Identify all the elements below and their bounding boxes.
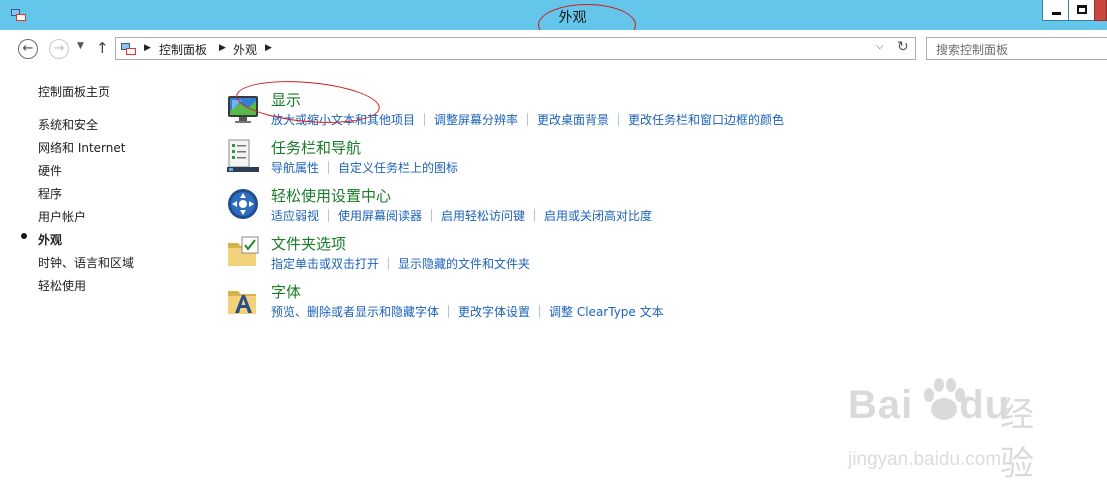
category-folder-options: 文件夹选项 指定单击或双击打开 显示隐藏的文件和文件夹 xyxy=(226,233,926,279)
breadcrumb-separator-icon[interactable]: ▶ xyxy=(219,40,226,57)
category-title[interactable]: 文件夹选项 xyxy=(271,233,346,254)
link-high-contrast[interactable]: 启用或关闭高对比度 xyxy=(544,209,652,223)
link-divider xyxy=(424,113,426,126)
sidebar-item-hardware[interactable]: 硬件 xyxy=(38,162,62,179)
active-item-bullet-icon xyxy=(21,233,27,239)
ease-of-access-icon[interactable] xyxy=(226,187,260,221)
link-navigation-properties[interactable]: 导航属性 xyxy=(271,161,319,175)
paw-logo-icon xyxy=(924,378,965,420)
address-dropdown-icon[interactable]: ⌵ xyxy=(876,41,884,52)
link-single-double-click[interactable]: 指定单击或双击打开 xyxy=(271,257,379,271)
sidebar-home-link[interactable]: 控制面板主页 xyxy=(38,83,110,100)
breadcrumb-separator-icon[interactable]: ▶ xyxy=(144,40,151,57)
link-access-keys[interactable]: 启用轻松访问键 xyxy=(441,209,525,223)
link-divider xyxy=(527,113,529,126)
link-divider xyxy=(448,305,450,318)
sidebar-item-clock-language[interactable]: 时钟、语言和区域 xyxy=(38,254,134,271)
chevron-down-icon[interactable]: ▼ xyxy=(77,41,84,51)
link-divider xyxy=(328,161,330,174)
category-links: 指定单击或双击打开 显示隐藏的文件和文件夹 xyxy=(271,255,530,271)
link-change-colors[interactable]: 更改任务栏和窗口边框的颜色 xyxy=(628,113,784,127)
link-customize-taskbar-icons[interactable]: 自定义任务栏上的图标 xyxy=(338,161,458,175)
category-links: 导航属性 自定义任务栏上的图标 xyxy=(271,159,458,175)
category-fonts: 字体 预览、删除或者显示和隐藏字体 更改字体设置 调整 ClearType 文本 xyxy=(226,281,926,327)
link-adjust-resolution[interactable]: 调整屏幕分辨率 xyxy=(434,113,518,127)
category-title[interactable]: 轻松使用设置中心 xyxy=(271,185,391,206)
close-button[interactable] xyxy=(1094,0,1107,21)
link-divider xyxy=(618,113,620,126)
link-change-background[interactable]: 更改桌面背景 xyxy=(537,113,609,127)
baidu-watermark: Bai du 经验 jingyan.baidu.com xyxy=(848,375,1058,485)
search-input[interactable]: 搜索控制面板 xyxy=(926,37,1107,60)
sidebar-item-network[interactable]: 网络和 Internet xyxy=(38,139,125,156)
category-title[interactable]: 字体 xyxy=(271,281,301,302)
refresh-icon[interactable]: ↻ xyxy=(897,39,909,55)
breadcrumb-control-panel[interactable]: 控制面板 xyxy=(159,41,207,58)
address-bar[interactable]: ▶ 控制面板 ▶ 外观 ▶ ⌵ ↻ xyxy=(115,37,916,60)
watermark-url: jingyan.baidu.com xyxy=(848,449,1002,470)
link-divider xyxy=(431,209,433,222)
breadcrumb-separator-icon[interactable]: ▶ xyxy=(265,40,272,57)
link-screen-reader[interactable]: 使用屏幕阅读器 xyxy=(338,209,422,223)
fonts-icon[interactable] xyxy=(226,283,260,317)
sidebar-item-programs[interactable]: 程序 xyxy=(38,185,62,202)
sidebar-item-ease-of-access[interactable]: 轻松使用 xyxy=(38,277,86,294)
link-cleartype[interactable]: 调整 ClearType 文本 xyxy=(549,305,664,319)
minimize-button[interactable] xyxy=(1042,0,1069,21)
category-title[interactable]: 任务栏和导航 xyxy=(271,137,361,158)
maximize-button[interactable] xyxy=(1068,0,1095,21)
link-divider xyxy=(534,209,536,222)
up-arrow-icon[interactable]: ↑ xyxy=(96,39,109,57)
taskbar-icon[interactable] xyxy=(226,139,260,173)
control-panel-icon xyxy=(121,43,136,55)
watermark-brand-left: Bai xyxy=(848,383,914,427)
link-show-hidden-files[interactable]: 显示隐藏的文件和文件夹 xyxy=(398,257,530,271)
sidebar: 控制面板主页 系统和安全 网络和 Internet 硬件 程序 用户帐户 外观 … xyxy=(0,67,210,499)
watermark-text: 经验 xyxy=(1000,395,1034,484)
maximize-icon xyxy=(1077,5,1087,14)
sidebar-item-system-security[interactable]: 系统和安全 xyxy=(38,116,98,133)
link-divider xyxy=(539,305,541,318)
category-links: 适应弱视 使用屏幕阅读器 启用轻松访问键 启用或关闭高对比度 xyxy=(271,207,652,223)
sidebar-item-user-accounts[interactable]: 用户帐户 xyxy=(38,208,86,225)
back-arrow-icon[interactable]: ← xyxy=(18,39,38,59)
forward-arrow-icon[interactable]: → xyxy=(49,39,69,59)
category-links: 预览、删除或者显示和隐藏字体 更改字体设置 调整 ClearType 文本 xyxy=(271,303,664,319)
sidebar-item-appearance[interactable]: 外观 xyxy=(38,231,62,248)
breadcrumb-appearance[interactable]: 外观 xyxy=(233,41,257,58)
link-divider xyxy=(388,257,390,270)
folder-options-icon[interactable] xyxy=(226,235,260,269)
search-placeholder: 搜索控制面板 xyxy=(936,43,1009,57)
link-preview-fonts[interactable]: 预览、删除或者显示和隐藏字体 xyxy=(271,305,439,319)
navigation-bar: ← → ▼ ↑ ▶ 控制面板 ▶ 外观 ▶ ⌵ ↻ 搜索控制面板 xyxy=(0,30,1107,67)
category-taskbar: 任务栏和导航 导航属性 自定义任务栏上的图标 xyxy=(226,137,926,183)
category-ease-of-access: 轻松使用设置中心 适应弱视 使用屏幕阅读器 启用轻松访问键 启用或关闭高对比度 xyxy=(226,185,926,231)
link-change-font-settings[interactable]: 更改字体设置 xyxy=(458,305,530,319)
minimize-icon xyxy=(1052,12,1061,15)
link-divider xyxy=(328,209,330,222)
link-optimize-low-vision[interactable]: 适应弱视 xyxy=(271,209,319,223)
